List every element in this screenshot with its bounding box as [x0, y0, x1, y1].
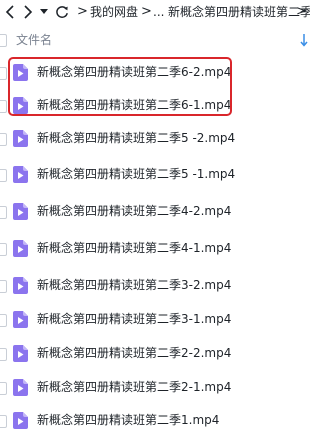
video-file-icon	[13, 311, 28, 328]
file-row-checkbox[interactable]	[0, 415, 7, 428]
select-all-checkbox[interactable]	[0, 34, 7, 47]
file-row-checkbox[interactable]	[0, 280, 7, 293]
sort-arrow-icon[interactable]	[300, 33, 308, 47]
file-row-checkbox[interactable]	[0, 206, 7, 219]
history-dropdown-button[interactable]	[39, 5, 49, 19]
video-file-icon	[13, 277, 28, 294]
chevron-left-icon	[5, 5, 14, 19]
file-name: 新概念第四册精读班第二季1.mp4	[37, 413, 220, 427]
video-file-icon	[13, 345, 28, 362]
file-row[interactable]: 新概念第四册精读班第二季3-2.mp4	[0, 271, 310, 299]
video-file-icon	[13, 64, 28, 81]
file-row[interactable]: 新概念第四册精读班第二季1.mp4	[0, 406, 310, 431]
breadcrumb-item-root[interactable]: 我的网盘	[90, 3, 138, 21]
back-button[interactable]	[2, 3, 18, 21]
refresh-button[interactable]	[53, 3, 71, 21]
file-name: 新概念第四册精读班第二季4-2.mp4	[37, 204, 232, 218]
file-row[interactable]: 新概念第四册精读班第二季2-2.mp4	[0, 339, 310, 367]
file-name: 新概念第四册精读班第二季5 -1.mp4	[37, 167, 236, 181]
file-name: 新概念第四册精读班第二季6-1.mp4	[37, 98, 232, 112]
file-name: 新概念第四册精读班第二季2-1.mp4	[37, 380, 232, 394]
breadcrumb-separator: >	[77, 4, 88, 19]
video-file-icon	[13, 412, 28, 429]
file-row-checkbox[interactable]	[0, 243, 7, 256]
breadcrumb-separator: >	[141, 4, 152, 19]
file-row-checkbox[interactable]	[0, 382, 7, 395]
breadcrumb-separator: >	[296, 4, 307, 19]
video-file-icon	[13, 130, 28, 147]
file-row-checkbox[interactable]	[0, 133, 7, 146]
file-name: 新概念第四册精读班第二季4-1.mp4	[37, 241, 232, 255]
file-list-header: 文件名	[0, 30, 310, 52]
video-file-icon	[13, 240, 28, 257]
file-row[interactable]: 新概念第四册精读班第二季6-2.mp4	[0, 58, 310, 86]
chevron-right-icon	[24, 5, 33, 19]
file-row-checkbox[interactable]	[0, 100, 7, 113]
column-header-name[interactable]: 文件名	[16, 32, 52, 48]
caret-down-icon	[40, 9, 48, 14]
video-file-icon	[13, 203, 28, 220]
file-row-checkbox[interactable]	[0, 169, 7, 182]
navigation-toolbar: > 我的网盘 > ... 新概念第四册精读班第二季 >	[0, 0, 310, 24]
file-name: 新概念第四册精读班第二季3-1.mp4	[37, 312, 232, 326]
breadcrumb-item-ellipsis[interactable]: ...	[153, 3, 164, 21]
video-file-icon	[13, 97, 28, 114]
refresh-icon	[56, 6, 68, 18]
file-row[interactable]: 新概念第四册精读班第二季4-1.mp4	[0, 234, 310, 262]
file-row-checkbox[interactable]	[0, 67, 7, 80]
file-row[interactable]: 新概念第四册精读班第二季6-1.mp4	[0, 91, 310, 119]
file-browser-window: > 我的网盘 > ... 新概念第四册精读班第二季 > 文件名 新概念第四册精读…	[0, 0, 310, 431]
file-name: 新概念第四册精读班第二季6-2.mp4	[37, 65, 232, 79]
file-row[interactable]: 新概念第四册精读班第二季5 -1.mp4	[0, 160, 310, 188]
file-name: 新概念第四册精读班第二季3-2.mp4	[37, 278, 232, 292]
file-row[interactable]: 新概念第四册精读班第二季3-1.mp4	[0, 305, 310, 333]
video-file-icon	[13, 166, 28, 183]
file-name: 新概念第四册精读班第二季2-2.mp4	[37, 346, 232, 360]
breadcrumb-item-current[interactable]: 新概念第四册精读班第二季	[168, 3, 310, 21]
video-file-icon	[13, 379, 28, 396]
file-name: 新概念第四册精读班第二季5 -2.mp4	[37, 131, 236, 145]
file-row[interactable]: 新概念第四册精读班第二季4-2.mp4	[0, 197, 310, 225]
forward-button[interactable]	[20, 3, 36, 21]
file-row[interactable]: 新概念第四册精读班第二季2-1.mp4	[0, 373, 310, 401]
file-row-checkbox[interactable]	[0, 348, 7, 361]
file-row-checkbox[interactable]	[0, 314, 7, 327]
file-row[interactable]: 新概念第四册精读班第二季5 -2.mp4	[0, 124, 310, 152]
